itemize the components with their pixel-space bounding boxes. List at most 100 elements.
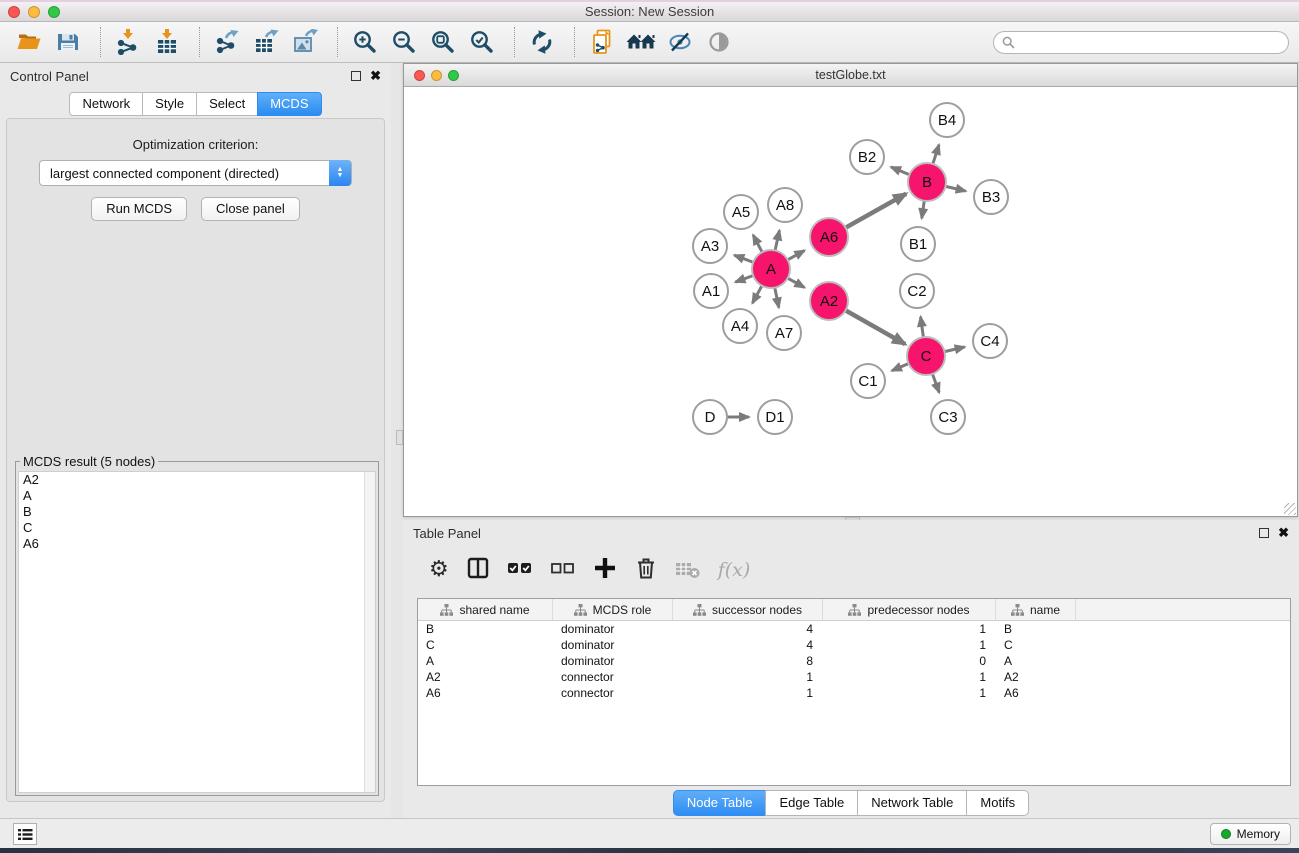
open-session-icon[interactable] bbox=[12, 26, 46, 58]
graph-edge[interactable] bbox=[944, 186, 966, 191]
export-table-icon[interactable] bbox=[249, 26, 283, 58]
table-cell: C bbox=[996, 637, 1076, 653]
table-row[interactable]: A6connector11A6 bbox=[418, 685, 1290, 701]
network-titlebar[interactable]: testGlobe.txt bbox=[404, 64, 1297, 87]
mcds-panel: Optimization criterion: largest connecte… bbox=[6, 118, 385, 802]
table-row[interactable]: A2connector11A2 bbox=[418, 669, 1290, 685]
graph-edge[interactable] bbox=[774, 286, 778, 308]
table-row[interactable]: Bdominator41B bbox=[418, 621, 1290, 637]
graph-edge[interactable] bbox=[752, 284, 762, 303]
save-session-icon[interactable] bbox=[51, 26, 85, 58]
optimization-dropdown[interactable]: largest connected component (directed) ▲… bbox=[39, 160, 352, 186]
search-input[interactable] bbox=[1020, 35, 1280, 49]
mcds-result-item[interactable]: A2 bbox=[19, 472, 375, 488]
eye-icon[interactable] bbox=[702, 26, 736, 58]
graph-edge[interactable] bbox=[932, 372, 939, 393]
memory-button[interactable]: Memory bbox=[1210, 823, 1291, 845]
control-panel-tabs: NetworkStyleSelectMCDS bbox=[0, 92, 391, 116]
close-panel-button[interactable]: Close panel bbox=[201, 197, 300, 221]
graph-edge[interactable] bbox=[786, 251, 805, 261]
unselect-all-icon[interactable] bbox=[550, 555, 576, 586]
graph-edge[interactable] bbox=[892, 363, 911, 371]
session-title: Session: New Session bbox=[0, 4, 1299, 19]
table-panel: Table Panel ✖ ⚙ f(x) shared nameMCDS rol… bbox=[403, 520, 1299, 818]
export-image-icon[interactable] bbox=[288, 26, 322, 58]
column-icon[interactable] bbox=[466, 556, 490, 585]
tab-network[interactable]: Network bbox=[69, 92, 143, 116]
table-cell: 1 bbox=[673, 685, 823, 701]
mcds-result-item[interactable]: A6 bbox=[19, 536, 375, 552]
close-panel-icon[interactable]: ✖ bbox=[370, 71, 381, 81]
graph-edge[interactable] bbox=[753, 235, 763, 254]
zoom-selected-icon[interactable] bbox=[465, 26, 499, 58]
import-network-icon[interactable] bbox=[111, 26, 145, 58]
network-canvas[interactable]: A5A8A6A3AA1A2A4A7B4B2BB3B1C2C4CC1C3DD1 bbox=[404, 87, 1297, 516]
graph-node-label: C4 bbox=[980, 333, 999, 350]
resize-grip[interactable] bbox=[1284, 503, 1296, 515]
zoom-in-icon[interactable] bbox=[348, 26, 382, 58]
table-cell: A6 bbox=[996, 685, 1076, 701]
tab-mcds[interactable]: MCDS bbox=[257, 92, 321, 116]
close-panel-icon[interactable]: ✖ bbox=[1278, 528, 1289, 538]
search-field[interactable] bbox=[993, 31, 1289, 54]
clear-table-icon[interactable] bbox=[675, 556, 701, 585]
tab-motifs[interactable]: Motifs bbox=[966, 790, 1029, 816]
attribute-icon bbox=[1011, 604, 1024, 616]
graph-edge[interactable] bbox=[786, 277, 805, 287]
run-mcds-button[interactable]: Run MCDS bbox=[91, 197, 187, 221]
refresh-icon[interactable] bbox=[525, 26, 559, 58]
select-all-icon[interactable] bbox=[507, 555, 533, 586]
column-header-shared-name[interactable]: shared name bbox=[418, 599, 553, 621]
graph-edge[interactable] bbox=[891, 167, 911, 175]
graph-edge[interactable] bbox=[844, 194, 906, 229]
mcds-result-item[interactable]: A bbox=[19, 488, 375, 504]
zoom-fit-icon[interactable] bbox=[426, 26, 460, 58]
tab-node-table[interactable]: Node Table bbox=[673, 790, 767, 816]
scrollbar[interactable] bbox=[364, 472, 375, 792]
export-network-icon[interactable] bbox=[210, 26, 244, 58]
add-icon[interactable] bbox=[593, 556, 617, 585]
eye-slash-icon[interactable] bbox=[663, 26, 697, 58]
graph-edge[interactable] bbox=[943, 347, 965, 352]
graph-node-label: A7 bbox=[775, 325, 793, 342]
toolbar-separator bbox=[199, 27, 200, 57]
tab-edge-table[interactable]: Edge Table bbox=[765, 790, 858, 816]
function-icon[interactable]: f(x) bbox=[718, 559, 751, 581]
import-table-icon[interactable] bbox=[150, 26, 184, 58]
tab-style[interactable]: Style bbox=[142, 92, 197, 116]
document-share-icon[interactable] bbox=[585, 26, 619, 58]
task-history-button[interactable] bbox=[13, 823, 37, 845]
column-header-predecessor-nodes[interactable]: predecessor nodes bbox=[823, 599, 996, 621]
gear-icon[interactable]: ⚙ bbox=[429, 559, 449, 581]
table-row[interactable]: Adominator80A bbox=[418, 653, 1290, 669]
column-header-successor-nodes[interactable]: successor nodes bbox=[673, 599, 823, 621]
table-cell: 4 bbox=[673, 637, 823, 653]
double-home-icon[interactable] bbox=[624, 26, 658, 58]
graph-edge[interactable] bbox=[734, 255, 755, 263]
zoom-out-icon[interactable] bbox=[387, 26, 421, 58]
graph-node-label: C2 bbox=[907, 283, 926, 300]
splitter-handle[interactable] bbox=[396, 430, 403, 445]
mcds-result-item[interactable]: C bbox=[19, 520, 375, 536]
tab-select[interactable]: Select bbox=[196, 92, 258, 116]
mcds-result-list[interactable]: A2ABCA6 bbox=[18, 471, 376, 793]
graph-node-label: A3 bbox=[701, 238, 719, 255]
mcds-result-item[interactable]: B bbox=[19, 504, 375, 520]
chevron-updown-icon: ▲▼ bbox=[329, 160, 351, 186]
graph-edge[interactable] bbox=[735, 275, 755, 282]
tab-network-table[interactable]: Network Table bbox=[857, 790, 967, 816]
table-cell: 4 bbox=[673, 621, 823, 637]
node-table[interactable]: shared nameMCDS rolesuccessor nodesprede… bbox=[417, 598, 1291, 786]
table-row[interactable]: Cdominator41C bbox=[418, 637, 1290, 653]
trash-icon[interactable] bbox=[634, 556, 658, 585]
table-header: shared nameMCDS rolesuccessor nodesprede… bbox=[418, 599, 1290, 621]
graph-edge[interactable] bbox=[775, 230, 780, 252]
network-graph[interactable]: A5A8A6A3AA1A2A4A7B4B2BB3B1C2C4CC1C3DD1 bbox=[404, 87, 1297, 516]
graph-edge[interactable] bbox=[844, 309, 905, 344]
float-panel-icon[interactable] bbox=[351, 71, 361, 81]
column-header-name[interactable]: name bbox=[996, 599, 1076, 621]
column-header-MCDS-role[interactable]: MCDS role bbox=[553, 599, 673, 621]
graph-edge[interactable] bbox=[932, 145, 939, 166]
float-panel-icon[interactable] bbox=[1259, 528, 1269, 538]
graph-edge[interactable] bbox=[921, 317, 924, 339]
